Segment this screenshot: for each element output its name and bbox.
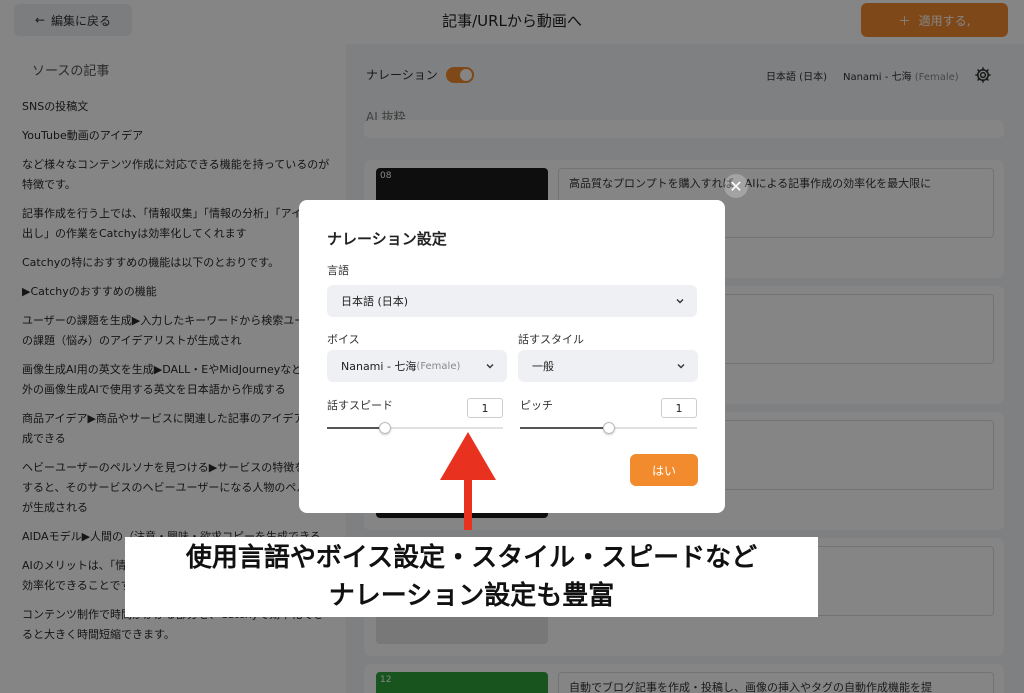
annotation-caption: 使用言語やボイス設定・スタイル・スピードなど ナレーション設定も豊富 — [125, 537, 818, 617]
voice-select[interactable]: Nanami - 七海 (Female) — [327, 350, 507, 382]
annotation-arrow-icon — [440, 432, 496, 530]
speed-label: 話すスピード — [327, 399, 393, 412]
speaking-style-select[interactable]: 一般 — [518, 350, 698, 382]
slider-handle[interactable] — [379, 422, 391, 434]
voice-label: ボイス — [327, 333, 360, 346]
language-label: 言語 — [327, 264, 349, 277]
dialog-title: ナレーション設定 — [327, 230, 447, 248]
narration-settings-dialog: ナレーション設定 言語 日本語 (日本) ボイス Nanami - 七海 (Fem… — [299, 200, 725, 513]
pitch-slider[interactable] — [520, 422, 697, 434]
pitch-input[interactable]: 1 — [661, 398, 697, 418]
speaking-style-label: 話すスタイル — [518, 333, 584, 346]
confirm-button[interactable]: はい — [630, 454, 698, 486]
speed-input[interactable]: 1 — [467, 398, 503, 418]
voice-select-value: Nanami - 七海 — [341, 360, 417, 373]
speaking-style-value: 一般 — [532, 360, 554, 373]
voice-select-gender: (Female) — [416, 360, 461, 372]
language-select-value: 日本語 (日本) — [341, 295, 409, 308]
caption-line-1: 使用言語やボイス設定・スタイル・スピードなど — [185, 543, 758, 573]
chevron-down-icon — [677, 364, 685, 369]
close-icon[interactable]: ✕ — [724, 174, 748, 198]
pitch-label: ピッチ — [520, 399, 553, 412]
slider-fill — [520, 427, 609, 429]
chevron-down-icon — [486, 364, 494, 369]
slider-handle[interactable] — [603, 422, 615, 434]
language-select[interactable]: 日本語 (日本) — [327, 285, 697, 317]
slider-fill — [327, 427, 385, 429]
chevron-down-icon — [676, 299, 684, 304]
caption-line-2: ナレーション設定も豊富 — [328, 581, 615, 611]
